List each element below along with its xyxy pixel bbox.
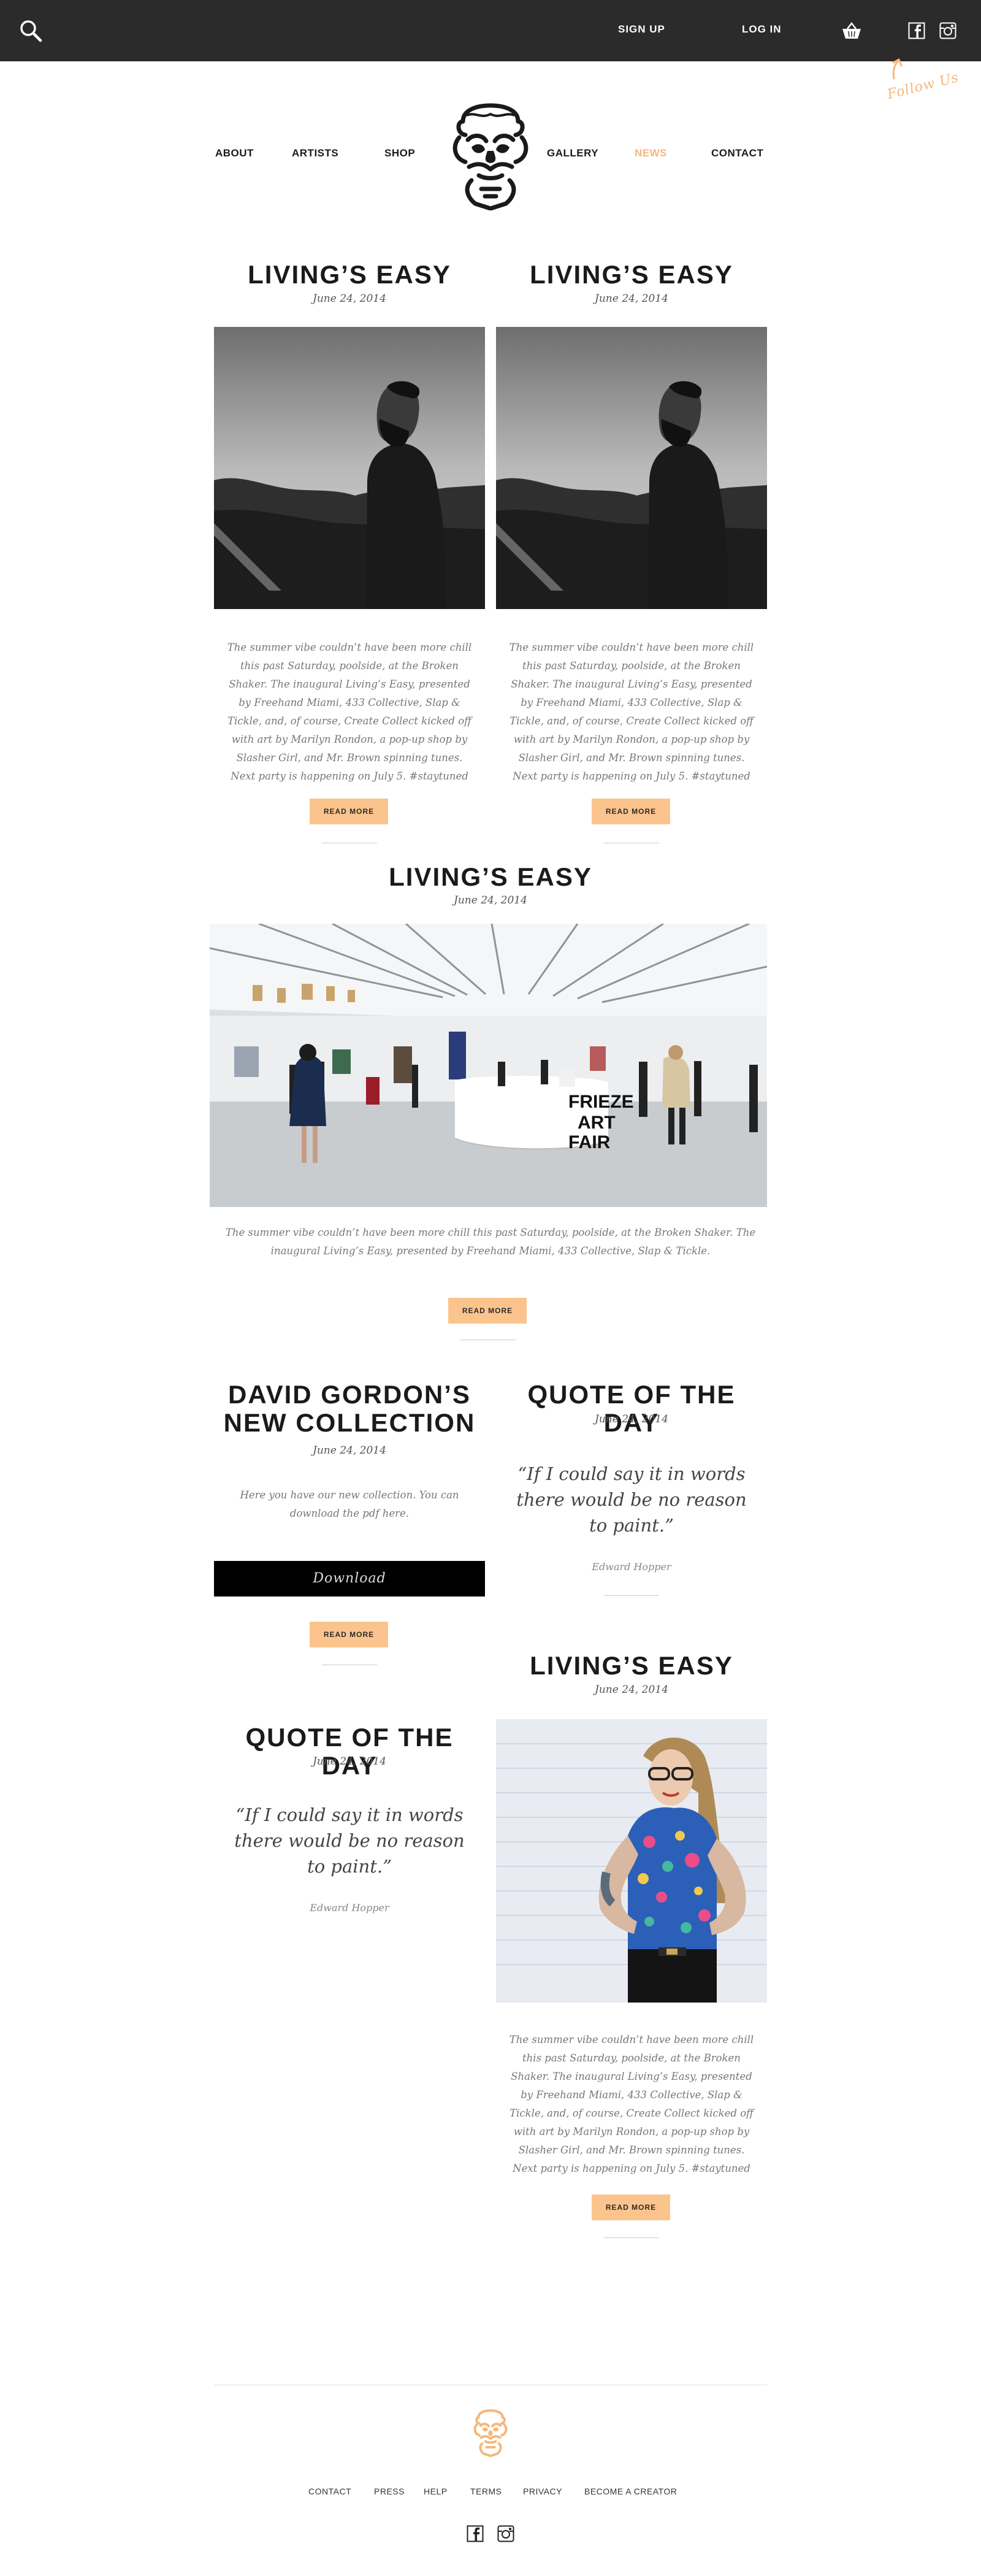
article-title[interactable]: LIVING’S EASY <box>208 863 773 891</box>
divider <box>604 1595 659 1596</box>
nav-about[interactable]: ABOUT <box>215 147 254 159</box>
footer-link-contact[interactable]: CONTACT <box>308 2486 351 2496</box>
basket-icon[interactable] <box>841 21 862 40</box>
download-button[interactable]: Download <box>214 1561 485 1597</box>
article-title[interactable]: DAVID GORDON’S NEW COLLECTION <box>214 1381 485 1437</box>
article-date: June 24, 2014 <box>595 1684 668 1696</box>
article-title[interactable]: LIVING’S EASY <box>496 261 767 289</box>
article-photo-man[interactable] <box>214 327 485 609</box>
read-more-button[interactable]: READ MORE <box>310 1622 388 1647</box>
footer-link-press[interactable]: PRESS <box>374 2486 405 2496</box>
quote-author: Edward Hopper <box>592 1561 671 1573</box>
quote-text: “If I could say it in words there would … <box>516 1463 747 1536</box>
footer-link-privacy[interactable]: PRIVACY <box>523 2486 562 2496</box>
article-title[interactable]: LIVING’S EASY <box>214 261 485 289</box>
article-body: The summer vibe couldn’t have been more … <box>509 642 754 782</box>
search-icon[interactable] <box>18 18 43 43</box>
top-bar: SIGN UP LOG IN <box>0 0 981 61</box>
nav-contact[interactable]: CONTACT <box>711 147 763 159</box>
article-body: The summer vibe couldn’t have been more … <box>225 1227 756 1257</box>
read-more-button[interactable]: READ MORE <box>592 2195 670 2220</box>
divider <box>604 2237 659 2238</box>
read-more-button[interactable]: READ MORE <box>592 799 670 824</box>
signup-link[interactable]: SIGN UP <box>618 23 665 36</box>
instagram-icon[interactable] <box>939 22 956 39</box>
article-date: June 24, 2014 <box>595 1413 668 1425</box>
article-title[interactable]: LIVING’S EASY <box>496 1652 767 1680</box>
quote-text: “If I could say it in words there would … <box>234 1804 465 1877</box>
article-body: The summer vibe couldn’t have been more … <box>509 2034 754 2174</box>
read-more-button[interactable]: READ MORE <box>448 1298 527 1324</box>
nav-news[interactable]: NEWS <box>635 147 667 159</box>
article-date: June 24, 2014 <box>595 293 668 305</box>
article-date: June 24, 2014 <box>313 1755 386 1768</box>
frieze-sign: FRIEZE <box>568 1092 634 1112</box>
article-date: June 24, 2014 <box>313 1444 386 1457</box>
article-title[interactable]: QUOTE OF THE DAY <box>214 1723 485 1780</box>
nav-shop[interactable]: SHOP <box>384 147 415 159</box>
article-date: June 24, 2014 <box>313 293 386 305</box>
svg-text:ART: ART <box>578 1113 616 1133</box>
article-body: Here you have our new collection. You ca… <box>240 1489 459 1519</box>
article-photo-art-fair[interactable]: FRIEZE ART FAIR <box>210 924 767 1207</box>
article-body: The summer vibe couldn’t have been more … <box>227 642 472 782</box>
nav-artists[interactable]: ARTISTS <box>292 147 338 159</box>
read-more-button[interactable]: READ MORE <box>310 799 388 824</box>
quote-author: Edward Hopper <box>310 1902 389 1914</box>
article-photo-woman[interactable] <box>496 1719 767 2003</box>
instagram-icon[interactable] <box>497 2525 514 2542</box>
footer-link-terms[interactable]: TERMS <box>470 2486 502 2496</box>
footer-logo[interactable] <box>470 2408 511 2458</box>
facebook-icon[interactable] <box>908 22 925 39</box>
login-link[interactable]: LOG IN <box>742 23 782 36</box>
article-title[interactable]: QUOTE OF THE DAY <box>496 1381 767 1437</box>
facebook-icon[interactable] <box>467 2525 484 2542</box>
brand-logo[interactable] <box>445 103 536 211</box>
article-photo-man[interactable] <box>496 327 767 609</box>
article-date: June 24, 2014 <box>454 894 527 907</box>
footer-link-become-creator[interactable]: BECOME A CREATOR <box>584 2486 677 2496</box>
nav-gallery[interactable]: GALLERY <box>547 147 598 159</box>
footer-link-help[interactable]: HELP <box>424 2486 448 2496</box>
svg-text:FAIR: FAIR <box>568 1132 611 1152</box>
